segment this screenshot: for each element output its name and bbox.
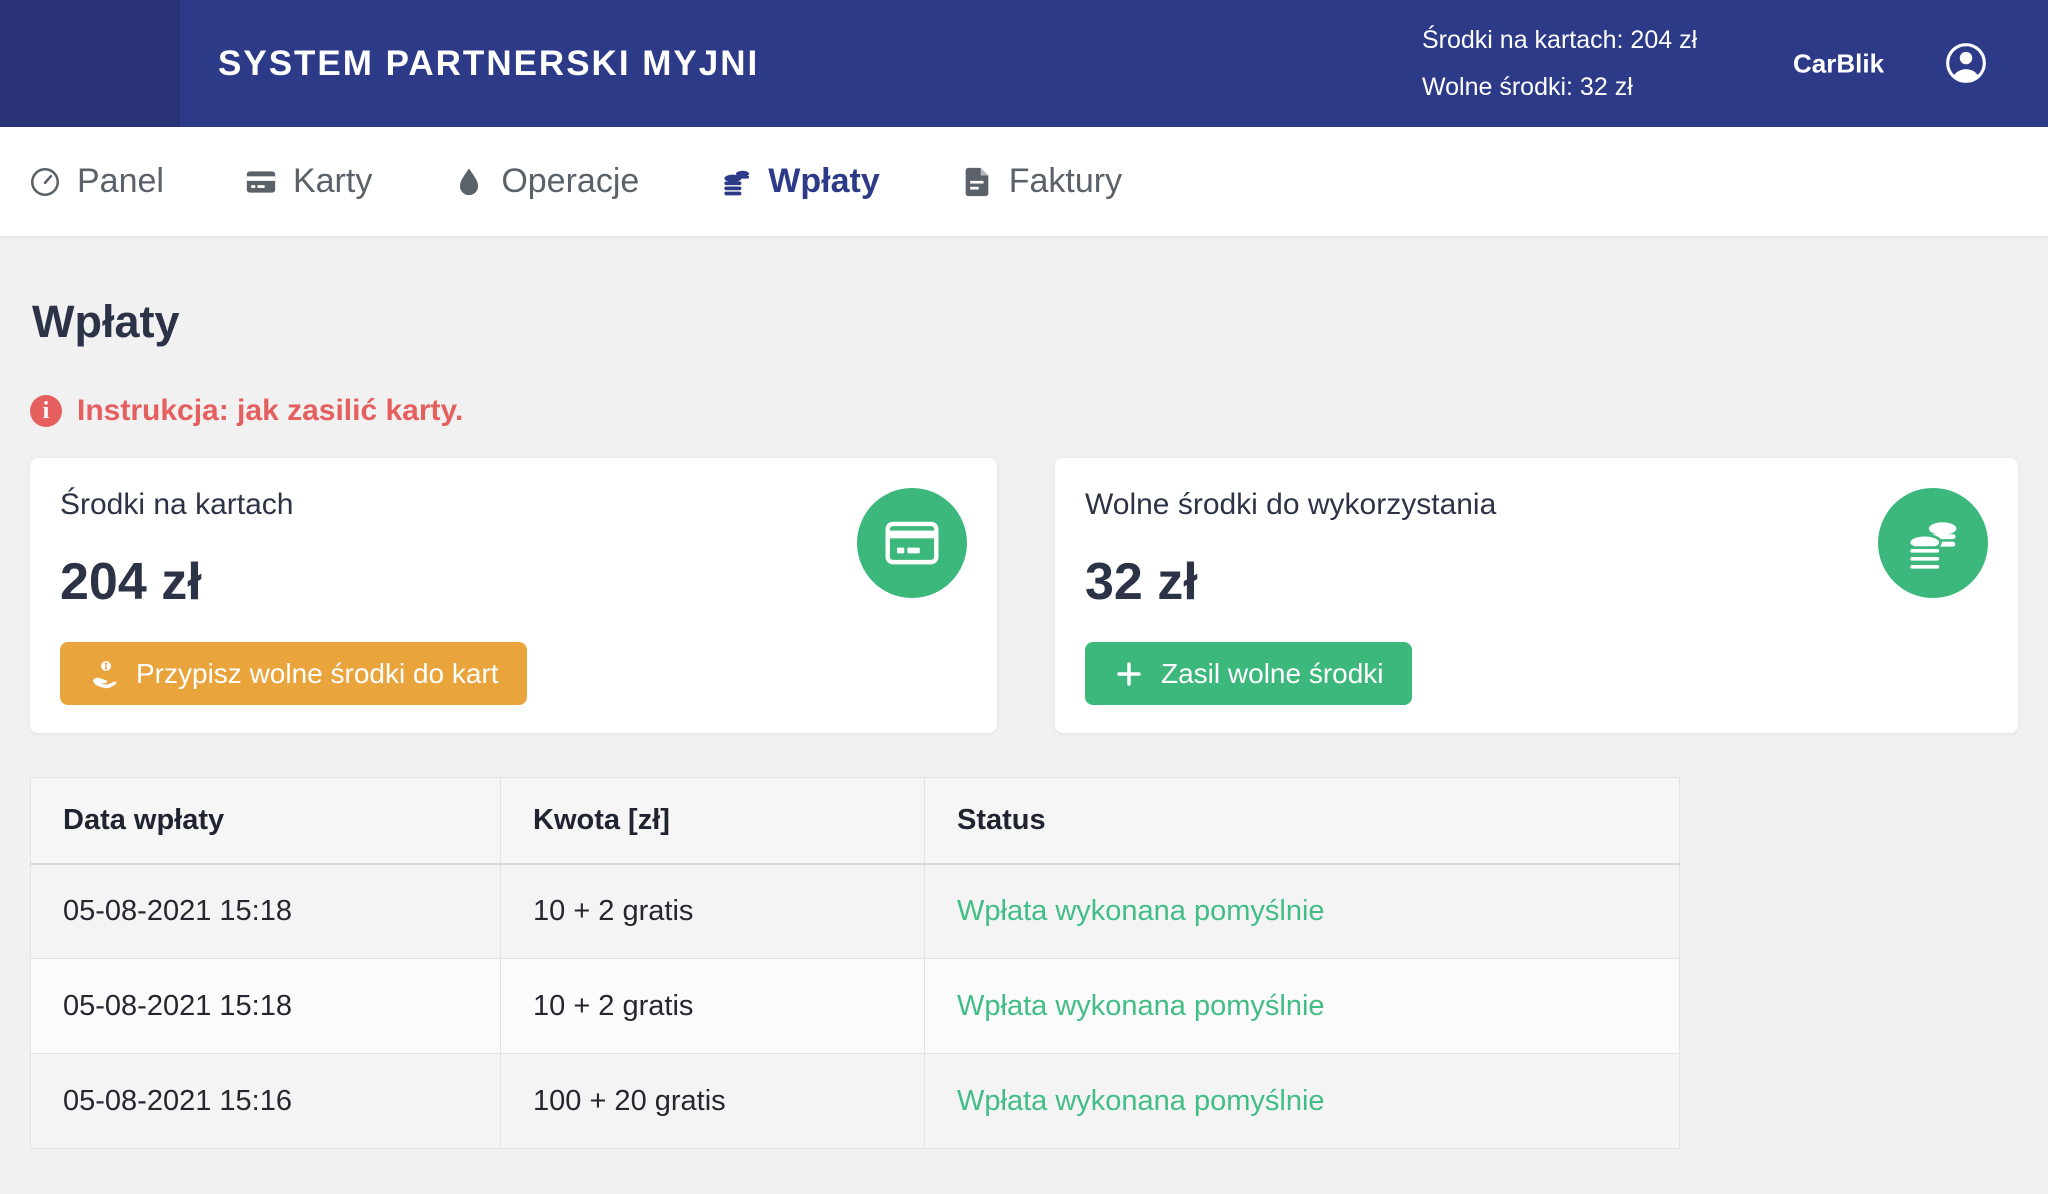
nav-item-wplaty[interactable]: Wpłaty: [719, 162, 879, 201]
coins-circle-icon: [1878, 488, 1988, 598]
cell-status: Wpłata wykonana pomyślnie: [925, 959, 1680, 1054]
gauge-icon: [28, 165, 62, 199]
app-header: SYSTEM PARTNERSKI MYJNI Środki na kartac…: [0, 0, 2048, 127]
info-icon: i: [30, 395, 62, 427]
nav-item-panel[interactable]: Panel: [28, 162, 164, 201]
instruction-link[interactable]: i Instrukcja: jak zasilić karty.: [30, 394, 2018, 428]
credit-card-icon: [244, 165, 278, 199]
page-title: Wpłaty: [32, 296, 2018, 348]
cell-amount: 10 + 2 gratis: [501, 959, 925, 1054]
hand-dollar-icon: [88, 658, 120, 690]
cell-date: 05-08-2021 15:16: [31, 1054, 501, 1149]
cell-status: Wpłata wykonana pomyślnie: [925, 1054, 1680, 1149]
table-row: 05-08-2021 15:18 10 + 2 gratis Wpłata wy…: [31, 864, 1680, 959]
button-label: Przypisz wolne środki do kart: [136, 658, 499, 690]
button-label: Zasil wolne środki: [1161, 658, 1384, 690]
balance-on-cards: Środki na kartach: 204 zł: [1422, 17, 1697, 64]
nav-item-operacje[interactable]: Operacje: [452, 162, 639, 201]
table-row: 05-08-2021 15:16 100 + 20 gratis Wpłata …: [31, 1054, 1680, 1149]
cell-status: Wpłata wykonana pomyślnie: [925, 864, 1680, 959]
top-up-funds-button[interactable]: Zasil wolne środki: [1085, 642, 1412, 705]
plus-icon: [1113, 658, 1145, 690]
main-nav: Panel Karty Operacje Wpłaty: [0, 127, 2048, 238]
card-title: Wolne środki do wykorzystania: [1085, 488, 1988, 522]
card-title: Środki na kartach: [60, 488, 967, 522]
card-free-funds: Wolne środki do wykorzystania 32 zł Zasi…: [1055, 458, 2018, 733]
header-balances: Środki na kartach: 204 zł Wolne środki: …: [1422, 17, 1697, 111]
main-content: Wpłaty i Instrukcja: jak zasilić karty. …: [0, 296, 2048, 1149]
column-header-amount: Kwota [zł]: [501, 778, 925, 864]
card-value: 32 zł: [1085, 552, 1988, 612]
assign-funds-button[interactable]: Przypisz wolne środki do kart: [60, 642, 527, 705]
cell-date: 05-08-2021 15:18: [31, 864, 501, 959]
logo-area: [0, 0, 180, 127]
app-title: SYSTEM PARTNERSKI MYJNI: [218, 44, 759, 84]
partner-name[interactable]: CarBlik: [1793, 48, 1884, 79]
nav-label: Karty: [293, 162, 372, 201]
cell-amount: 100 + 20 gratis: [501, 1054, 925, 1149]
nav-label: Wpłaty: [768, 162, 879, 201]
nav-item-faktury[interactable]: Faktury: [960, 162, 1122, 201]
payments-table: Data wpłaty Kwota [zł] Status 05-08-2021…: [30, 777, 1680, 1149]
column-header-status: Status: [925, 778, 1680, 864]
coins-icon: [719, 165, 753, 199]
water-drop-icon: [452, 165, 486, 199]
credit-card-circle-icon: [857, 488, 967, 598]
summary-cards: Środki na kartach 204 zł Przypisz wolne …: [30, 458, 2018, 733]
nav-label: Faktury: [1009, 162, 1122, 201]
cell-date: 05-08-2021 15:18: [31, 959, 501, 1054]
nav-label: Operacje: [501, 162, 639, 201]
card-funds-on-cards: Środki na kartach 204 zł Przypisz wolne …: [30, 458, 997, 733]
invoice-icon: [960, 165, 994, 199]
nav-item-karty[interactable]: Karty: [244, 162, 372, 201]
table-row: 05-08-2021 15:18 10 + 2 gratis Wpłata wy…: [31, 959, 1680, 1054]
account-circle-icon[interactable]: [1944, 41, 1988, 85]
balance-free: Wolne środki: 32 zł: [1422, 64, 1697, 111]
table-header-row: Data wpłaty Kwota [zł] Status: [31, 778, 1680, 864]
card-value: 204 zł: [60, 552, 967, 612]
instruction-text: Instrukcja: jak zasilić karty.: [77, 394, 463, 428]
column-header-date: Data wpłaty: [31, 778, 501, 864]
nav-label: Panel: [77, 162, 164, 201]
cell-amount: 10 + 2 gratis: [501, 864, 925, 959]
